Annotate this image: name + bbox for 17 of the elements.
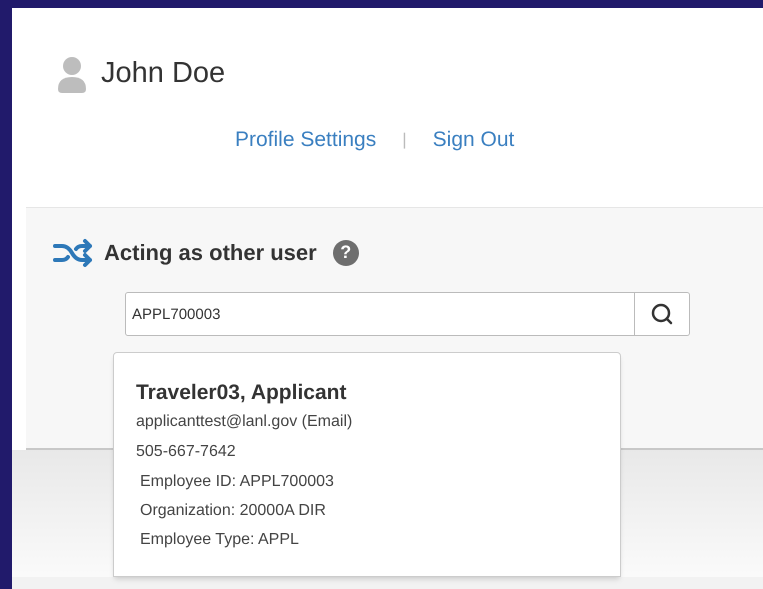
- search-button[interactable]: [635, 292, 690, 336]
- user-name: John Doe: [101, 56, 226, 91]
- search-icon: [650, 302, 674, 326]
- suggestion-detail: 505-667-7642: [136, 442, 236, 462]
- link-separator: |: [402, 128, 407, 151]
- help-icon[interactable]: ?: [332, 240, 359, 266]
- suggestion-card[interactable]: Traveler03, Applicant applicanttest@lanl.gov (Email) 505-667-7642 Employee ID: APPL700003 Organization: 20000A DIR Employee Type: APPL: [113, 352, 621, 577]
- suggestion-detail: applicanttest@lanl.gov (Email): [136, 412, 352, 432]
- suggestion-detail: Employee Type: APPL: [139, 530, 299, 550]
- search-field[interactable]: APPL700003: [125, 292, 635, 336]
- header-link[interactable]: Sign Out: [432, 124, 514, 155]
- suggestion-detail: Organization: 20000A DIR: [139, 501, 326, 521]
- header-link[interactable]: Profile Settings: [235, 124, 376, 155]
- suggestion-detail: Employee ID: APPL700003: [139, 472, 334, 492]
- user-avatar-icon: [57, 54, 87, 93]
- suggestion-name: Traveler03, Applicant: [136, 380, 346, 406]
- section-title: Acting as other user: [104, 239, 317, 267]
